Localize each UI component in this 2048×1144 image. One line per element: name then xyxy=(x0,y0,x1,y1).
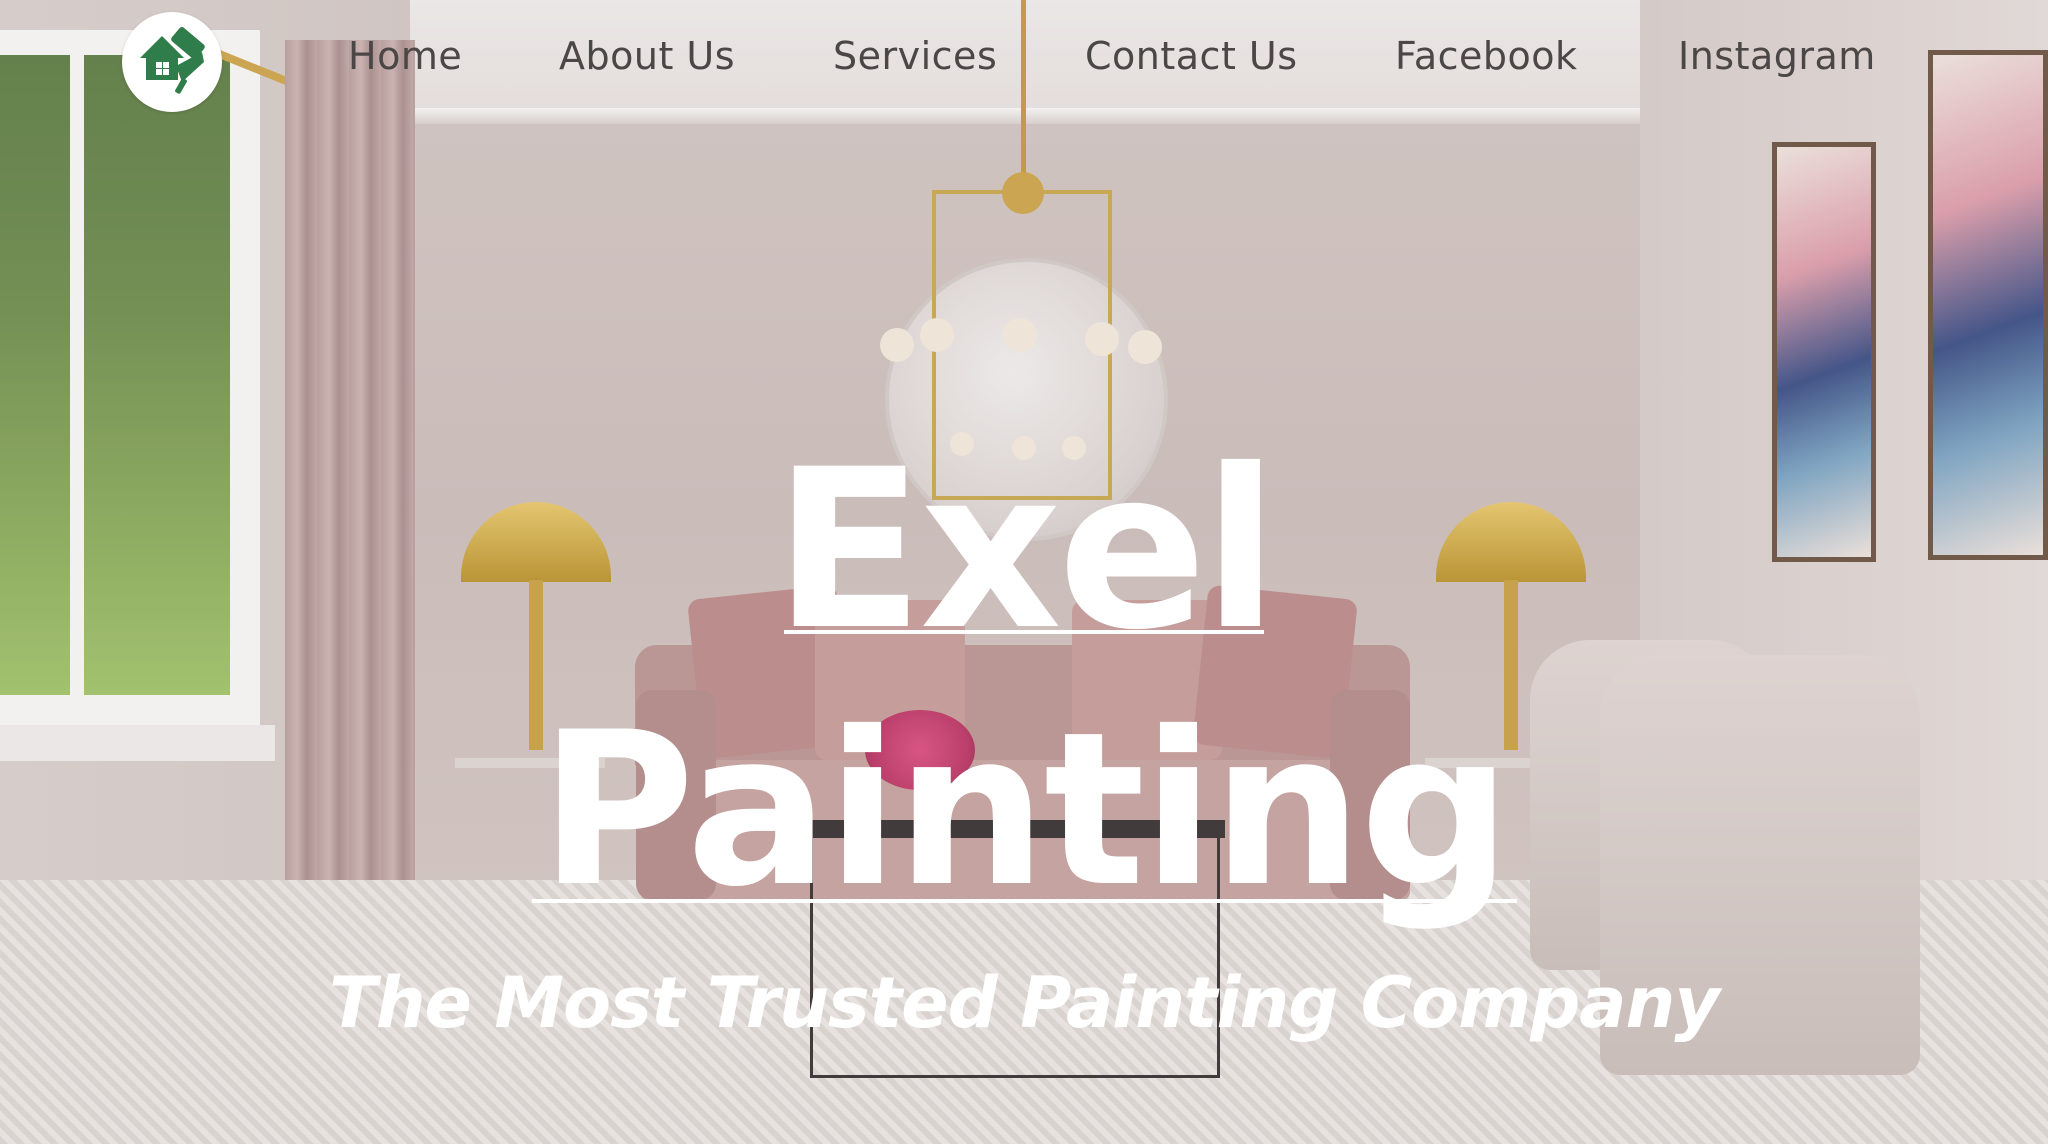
nav-about-us[interactable]: About Us xyxy=(559,34,735,78)
hero-title-underline xyxy=(784,630,1264,634)
nav-home[interactable]: Home xyxy=(348,34,462,78)
nav-facebook[interactable]: Facebook xyxy=(1395,34,1578,78)
hero-title-line1: Exel xyxy=(773,422,1279,678)
nav-instagram[interactable]: Instagram xyxy=(1678,34,1876,78)
brand-logo[interactable] xyxy=(122,12,222,112)
hero-title-underline xyxy=(532,899,1517,903)
hero-tagline: The Most Trusted Painting Company xyxy=(328,962,1720,1044)
nav-contact-us[interactable]: Contact Us xyxy=(1085,34,1298,78)
nav-services[interactable]: Services xyxy=(833,34,997,78)
house-paint-roller-icon xyxy=(140,27,205,94)
hero-title-line2: Painting xyxy=(539,686,1511,933)
